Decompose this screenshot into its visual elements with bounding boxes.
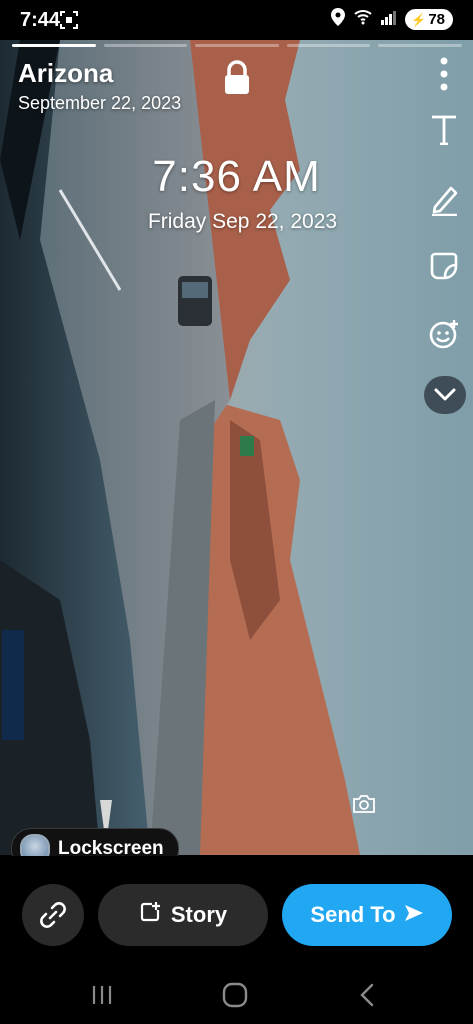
recent-apps-icon[interactable] [82, 980, 122, 1010]
home-icon[interactable] [215, 980, 255, 1010]
status-time: 7:44 [20, 9, 61, 31]
send-arrow-icon [404, 902, 424, 928]
wifi-icon [353, 9, 373, 30]
story-progress [12, 44, 462, 47]
battery-level: 78 [428, 11, 445, 28]
story-button[interactable]: Story [98, 884, 268, 946]
location-title: Arizona [18, 58, 114, 88]
emoji-add-icon[interactable] [424, 314, 464, 354]
send-to-label: Send To [310, 902, 396, 927]
story-label: Story [170, 902, 228, 927]
camera-icon [352, 794, 376, 819]
time-sticker-date: Friday Sep 22, 2023 [147, 210, 338, 233]
chevron-down-icon[interactable] [424, 376, 466, 414]
text-icon[interactable] [424, 110, 464, 150]
progress-segment [286, 44, 371, 47]
link-icon [40, 902, 66, 928]
sticker-icon[interactable] [424, 246, 464, 286]
signal-icon [381, 9, 397, 30]
pencil-icon[interactable] [424, 180, 464, 220]
more-options-icon[interactable] [424, 54, 464, 94]
location-icon [331, 8, 346, 31]
send-to-button[interactable]: Send To [282, 884, 452, 946]
progress-segment [195, 44, 279, 47]
progress-segment [103, 44, 188, 47]
progress-segment [378, 44, 462, 47]
story-date: September 22, 2023 [18, 93, 182, 113]
link-button[interactable] [22, 884, 84, 946]
lock-icon[interactable] [222, 60, 252, 96]
time-sticker[interactable]: 7:36 AM [0, 152, 473, 202]
status-icons: ⚡ 78 [331, 8, 453, 31]
back-icon[interactable] [347, 980, 387, 1010]
progress-segment [12, 44, 96, 47]
battery-icon: ⚡ 78 [405, 9, 453, 30]
screenshot-icon [60, 11, 78, 34]
add-story-icon [139, 901, 161, 929]
